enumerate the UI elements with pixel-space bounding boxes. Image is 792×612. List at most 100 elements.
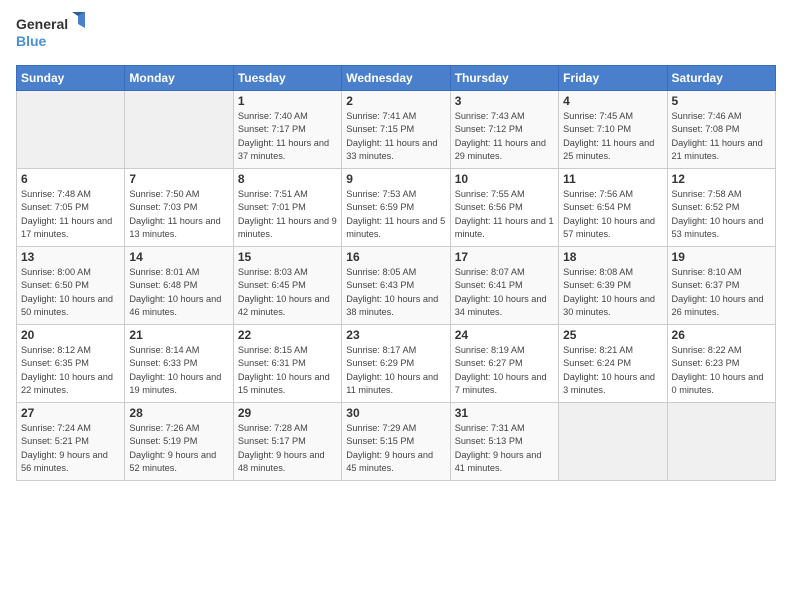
day-number: 17 — [455, 250, 554, 264]
day-info: Sunrise: 8:01 AM Sunset: 6:48 PM Dayligh… — [129, 266, 228, 319]
day-number: 28 — [129, 406, 228, 420]
page: General Blue SundayMondayTuesdayWednesda… — [0, 0, 792, 612]
svg-text:General: General — [16, 16, 68, 32]
day-info: Sunrise: 8:19 AM Sunset: 6:27 PM Dayligh… — [455, 344, 554, 397]
day-number: 31 — [455, 406, 554, 420]
day-number: 9 — [346, 172, 445, 186]
calendar-cell: 22 Sunrise: 8:15 AM Sunset: 6:31 PM Dayli… — [233, 325, 341, 403]
calendar-cell: 2 Sunrise: 7:41 AM Sunset: 7:15 PM Daylig… — [342, 91, 450, 169]
day-number: 27 — [21, 406, 120, 420]
svg-text:Blue: Blue — [16, 33, 47, 49]
day-info: Sunrise: 7:41 AM Sunset: 7:15 PM Dayligh… — [346, 110, 445, 163]
calendar-cell: 11Sunrise: 7:56 AM Sunset: 6:54 PM Dayli… — [559, 169, 667, 247]
calendar-cell: 25 Sunrise: 8:21 AM Sunset: 6:24 PM Dayli… — [559, 325, 667, 403]
day-number: 6 — [21, 172, 120, 186]
week-row-2: 6 Sunrise: 7:48 AM Sunset: 7:05 PM Daylig… — [17, 169, 776, 247]
day-number: 16 — [346, 250, 445, 264]
day-info: Sunrise: 7:40 AM Sunset: 7:17 PM Dayligh… — [238, 110, 337, 163]
week-row-1: 1Sunrise: 7:40 AM Sunset: 7:17 PM Daylig… — [17, 91, 776, 169]
day-info: Sunrise: 7:53 AM Sunset: 6:59 PM Dayligh… — [346, 188, 445, 241]
day-info: Sunrise: 7:28 AM Sunset: 5:17 PM Dayligh… — [238, 422, 337, 475]
day-info: Sunrise: 7:55 AM Sunset: 6:56 PM Dayligh… — [455, 188, 554, 241]
day-info: Sunrise: 8:17 AM Sunset: 6:29 PM Dayligh… — [346, 344, 445, 397]
day-info: Sunrise: 8:15 AM Sunset: 6:31 PM Dayligh… — [238, 344, 337, 397]
calendar-cell: 10Sunrise: 7:55 AM Sunset: 6:56 PM Dayli… — [450, 169, 558, 247]
calendar-cell: 20 Sunrise: 8:12 AM Sunset: 6:35 PM Dayli… — [17, 325, 125, 403]
day-info: Sunrise: 7:31 AM Sunset: 5:13 PM Dayligh… — [455, 422, 554, 475]
day-number: 11 — [563, 172, 662, 186]
calendar-cell: 5Sunrise: 7:46 AM Sunset: 7:08 PM Daylig… — [667, 91, 775, 169]
day-info: Sunrise: 7:48 AM Sunset: 7:05 PM Dayligh… — [21, 188, 120, 241]
day-number: 20 — [21, 328, 120, 342]
calendar-cell: 21Sunrise: 8:14 AM Sunset: 6:33 PM Dayli… — [125, 325, 233, 403]
weekday-header-thursday: Thursday — [450, 66, 558, 91]
calendar-cell: 27Sunrise: 7:24 AM Sunset: 5:21 PM Dayli… — [17, 403, 125, 481]
day-info: Sunrise: 8:22 AM Sunset: 6:23 PM Dayligh… — [672, 344, 771, 397]
day-info: Sunrise: 7:29 AM Sunset: 5:15 PM Dayligh… — [346, 422, 445, 475]
day-info: Sunrise: 7:43 AM Sunset: 7:12 PM Dayligh… — [455, 110, 554, 163]
calendar-cell — [125, 91, 233, 169]
weekday-header-wednesday: Wednesday — [342, 66, 450, 91]
day-number: 29 — [238, 406, 337, 420]
day-number: 30 — [346, 406, 445, 420]
calendar-cell: 23 Sunrise: 8:17 AM Sunset: 6:29 PM Dayli… — [342, 325, 450, 403]
calendar-cell — [17, 91, 125, 169]
day-number: 24 — [455, 328, 554, 342]
day-number: 8 — [238, 172, 337, 186]
day-info: Sunrise: 8:21 AM Sunset: 6:24 PM Dayligh… — [563, 344, 662, 397]
calendar-cell: 31 Sunrise: 7:31 AM Sunset: 5:13 PM Dayli… — [450, 403, 558, 481]
day-number: 23 — [346, 328, 445, 342]
week-row-5: 27Sunrise: 7:24 AM Sunset: 5:21 PM Dayli… — [17, 403, 776, 481]
day-number: 26 — [672, 328, 771, 342]
weekday-header-sunday: Sunday — [17, 66, 125, 91]
calendar-cell: 15 Sunrise: 8:03 AM Sunset: 6:45 PM Dayli… — [233, 247, 341, 325]
day-info: Sunrise: 7:46 AM Sunset: 7:08 PM Dayligh… — [672, 110, 771, 163]
day-number: 4 — [563, 94, 662, 108]
week-row-3: 13Sunrise: 8:00 AM Sunset: 6:50 PM Dayli… — [17, 247, 776, 325]
calendar-cell: 4 Sunrise: 7:45 AM Sunset: 7:10 PM Daylig… — [559, 91, 667, 169]
calendar-table: SundayMondayTuesdayWednesdayThursdayFrid… — [16, 65, 776, 481]
calendar-cell: 12 Sunrise: 7:58 AM Sunset: 6:52 PM Dayli… — [667, 169, 775, 247]
weekday-header-monday: Monday — [125, 66, 233, 91]
day-number: 18 — [563, 250, 662, 264]
weekday-header-tuesday: Tuesday — [233, 66, 341, 91]
day-number: 7 — [129, 172, 228, 186]
day-info: Sunrise: 7:26 AM Sunset: 5:19 PM Dayligh… — [129, 422, 228, 475]
calendar-cell: 14Sunrise: 8:01 AM Sunset: 6:48 PM Dayli… — [125, 247, 233, 325]
calendar-cell: 17 Sunrise: 8:07 AM Sunset: 6:41 PM Dayli… — [450, 247, 558, 325]
day-number: 2 — [346, 94, 445, 108]
calendar-cell: 3 Sunrise: 7:43 AM Sunset: 7:12 PM Daylig… — [450, 91, 558, 169]
day-info: Sunrise: 8:05 AM Sunset: 6:43 PM Dayligh… — [346, 266, 445, 319]
day-number: 15 — [238, 250, 337, 264]
calendar-cell: 29 Sunrise: 7:28 AM Sunset: 5:17 PM Dayli… — [233, 403, 341, 481]
calendar-cell: 16 Sunrise: 8:05 AM Sunset: 6:43 PM Dayli… — [342, 247, 450, 325]
calendar-cell: 13Sunrise: 8:00 AM Sunset: 6:50 PM Dayli… — [17, 247, 125, 325]
day-info: Sunrise: 8:03 AM Sunset: 6:45 PM Dayligh… — [238, 266, 337, 319]
day-info: Sunrise: 8:12 AM Sunset: 6:35 PM Dayligh… — [21, 344, 120, 397]
day-info: Sunrise: 8:10 AM Sunset: 6:37 PM Dayligh… — [672, 266, 771, 319]
day-info: Sunrise: 8:07 AM Sunset: 6:41 PM Dayligh… — [455, 266, 554, 319]
day-number: 22 — [238, 328, 337, 342]
day-number: 12 — [672, 172, 771, 186]
day-number: 3 — [455, 94, 554, 108]
day-info: Sunrise: 7:45 AM Sunset: 7:10 PM Dayligh… — [563, 110, 662, 163]
logo: General Blue — [16, 12, 86, 59]
calendar-cell: 9 Sunrise: 7:53 AM Sunset: 6:59 PM Daylig… — [342, 169, 450, 247]
weekday-header-row: SundayMondayTuesdayWednesdayThursdayFrid… — [17, 66, 776, 91]
calendar-cell: 7Sunrise: 7:50 AM Sunset: 7:03 PM Daylig… — [125, 169, 233, 247]
calendar-cell: 24 Sunrise: 8:19 AM Sunset: 6:27 PM Dayli… — [450, 325, 558, 403]
day-info: Sunrise: 7:58 AM Sunset: 6:52 PM Dayligh… — [672, 188, 771, 241]
day-info: Sunrise: 7:51 AM Sunset: 7:01 PM Dayligh… — [238, 188, 337, 241]
day-info: Sunrise: 8:00 AM Sunset: 6:50 PM Dayligh… — [21, 266, 120, 319]
header: General Blue — [16, 12, 776, 59]
day-info: Sunrise: 8:08 AM Sunset: 6:39 PM Dayligh… — [563, 266, 662, 319]
calendar-cell: 19Sunrise: 8:10 AM Sunset: 6:37 PM Dayli… — [667, 247, 775, 325]
weekday-header-saturday: Saturday — [667, 66, 775, 91]
calendar-cell: 6 Sunrise: 7:48 AM Sunset: 7:05 PM Daylig… — [17, 169, 125, 247]
weekday-header-friday: Friday — [559, 66, 667, 91]
logo-svg: General Blue — [16, 12, 86, 59]
calendar-cell: 26 Sunrise: 8:22 AM Sunset: 6:23 PM Dayli… — [667, 325, 775, 403]
calendar-cell: 28 Sunrise: 7:26 AM Sunset: 5:19 PM Dayli… — [125, 403, 233, 481]
day-number: 25 — [563, 328, 662, 342]
calendar-cell — [667, 403, 775, 481]
